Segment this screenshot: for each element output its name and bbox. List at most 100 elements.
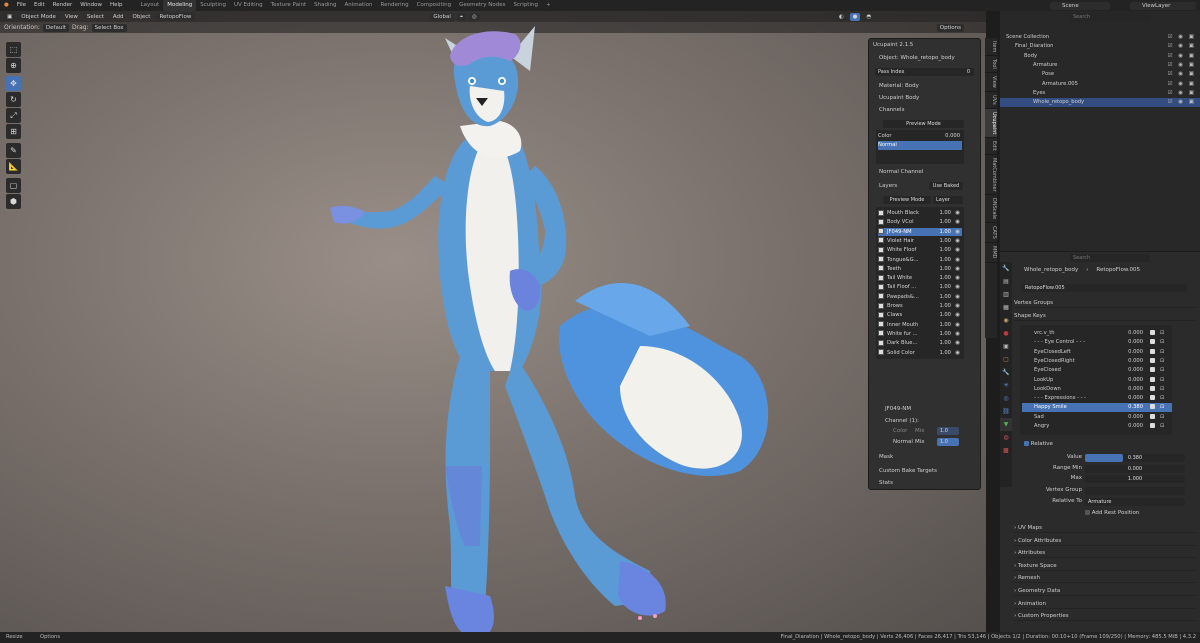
shape-key-value[interactable]: 0.000 (1119, 338, 1143, 347)
layer-item[interactable]: White Floof 1.00 ◉ (878, 246, 962, 255)
shape-key-checkbox-icon[interactable] (1150, 348, 1155, 357)
properties-search-input[interactable]: Search (1070, 254, 1150, 262)
view-layer-selector[interactable]: ViewLayer (1130, 1, 1196, 10)
outliner-row[interactable]: Eyes ☑ ◉ ▣ (1000, 89, 1200, 98)
add-object-tool-icon[interactable]: ⬢ (6, 194, 21, 209)
particles-props-icon[interactable]: ✳ (1000, 379, 1012, 392)
shape-key-value[interactable]: 0.000 (1119, 357, 1143, 366)
layer-opacity[interactable]: 1.00 (939, 237, 951, 246)
eye-icon[interactable]: ◉ (955, 302, 960, 311)
modifier-props-icon[interactable]: 🔧 (1000, 366, 1012, 379)
menu-file[interactable]: File (13, 0, 30, 11)
scene-props-icon[interactable]: ◉ (1000, 314, 1012, 327)
outliner-row[interactable]: Body ☑ ◉ ▣ (1000, 52, 1200, 61)
layer-opacity[interactable]: 1.00 (939, 311, 951, 320)
layer-opacity[interactable]: 1.00 (939, 330, 951, 339)
lock-icon[interactable]: ⊡ (1160, 366, 1164, 375)
channel-color[interactable]: Color 0.000 (878, 132, 962, 141)
tab-rendering[interactable]: Rendering (377, 0, 413, 11)
layer-item[interactable]: Brows 1.00 ◉ (878, 302, 962, 311)
tool-props-icon[interactable]: 🔧 (1000, 262, 1012, 275)
character-model[interactable] (320, 26, 800, 641)
layer-opacity[interactable]: 1.00 (939, 339, 951, 348)
menu-view[interactable]: View (62, 13, 81, 21)
eye-icon[interactable]: ◉ (955, 209, 960, 218)
value-slider[interactable]: 0.380 (1085, 454, 1185, 462)
custom-bake-header[interactable]: Custom Bake Targets (873, 467, 976, 476)
shape-key-value[interactable]: 0.000 (1119, 376, 1143, 385)
shape-key-item[interactable]: EyeClosedLeft 0.000 ⊡ (1022, 348, 1172, 357)
eye-icon[interactable]: ◉ (955, 283, 960, 292)
physics-props-icon[interactable]: ◎ (1000, 392, 1012, 405)
relative-to-field[interactable]: Armature (1085, 498, 1185, 506)
eye-icon[interactable]: ◉ (955, 349, 960, 358)
sidebar-tab-view[interactable]: View (985, 73, 997, 92)
object-data-props-icon[interactable]: ▼ (1000, 418, 1012, 431)
layer-opacity[interactable]: 1.00 (939, 218, 951, 227)
visibility-icon[interactable]: ☑ ◉ ▣ (1168, 52, 1196, 61)
lock-icon[interactable]: ⊡ (1160, 348, 1164, 357)
shape-key-checkbox-icon[interactable] (1150, 366, 1155, 375)
shading-solid-icon[interactable]: ● (849, 12, 861, 21)
shape-key-value[interactable]: 0.000 (1119, 394, 1143, 403)
shape-key-checkbox-icon[interactable] (1150, 338, 1155, 347)
lock-icon[interactable]: ⊡ (1160, 338, 1164, 347)
collection-props-icon[interactable]: ▣ (1000, 340, 1012, 353)
layer-preview-button[interactable]: Preview Mode (883, 196, 931, 204)
shape-key-item[interactable]: EyeClosedRight 0.000 ⊡ (1022, 357, 1172, 366)
layer-opacity[interactable]: 1.00 (939, 283, 951, 292)
select-box-tool-icon[interactable]: ⬚ (6, 42, 21, 57)
annotate-tool-icon[interactable]: ✎ (6, 143, 21, 158)
tab-texture-paint[interactable]: Texture Paint (267, 0, 311, 11)
constraints-props-icon[interactable]: ⛓ (1000, 405, 1012, 418)
layer-opacity[interactable]: 1.00 (939, 293, 951, 302)
properties-section[interactable]: › Remesh (1014, 573, 1196, 584)
menu-window[interactable]: Window (76, 0, 106, 11)
material-props-icon[interactable]: ◍ (1000, 431, 1012, 444)
add-cube-tool-icon[interactable]: ▢ (6, 178, 21, 193)
eye-icon[interactable]: ◉ (955, 265, 960, 274)
layer-item[interactable]: Claws 1.00 ◉ (878, 311, 962, 320)
menu-add[interactable]: Add (110, 13, 127, 21)
lock-icon[interactable]: ⊡ (1160, 422, 1164, 431)
menu-select[interactable]: Select (84, 13, 107, 21)
outliner-row[interactable]: Pose ☑ ◉ ▣ (1000, 70, 1200, 79)
outliner-row[interactable]: Armature ☑ ◉ ▣ (1000, 61, 1200, 70)
mix-normal-value[interactable]: 1.0 (937, 438, 959, 446)
view-layer-props-icon[interactable]: ▦ (1000, 301, 1012, 314)
eye-icon[interactable]: ◉ (955, 321, 960, 330)
eye-icon[interactable]: ◉ (955, 237, 960, 246)
layer-item[interactable]: Tongue&G... 1.00 ◉ (878, 256, 962, 265)
eye-icon[interactable]: ◉ (955, 274, 960, 283)
layer-opacity[interactable]: 1.00 (939, 246, 951, 255)
visibility-icon[interactable]: ☑ ◉ ▣ (1168, 70, 1196, 79)
vertex-groups-section[interactable]: Vertex Groups (1014, 298, 1196, 308)
shape-key-checkbox-icon[interactable] (1150, 357, 1155, 366)
shape-key-item[interactable]: - - - Expressions - - - 0.000 ⊡ (1022, 394, 1172, 403)
retopoflow-button[interactable]: RetopoFlow (156, 12, 195, 21)
layer-opacity[interactable]: 1.00 (939, 265, 951, 274)
properties-section[interactable]: › Geometry Data (1014, 586, 1196, 596)
scene-selector[interactable]: Scene (1050, 1, 1110, 10)
relative-checkbox[interactable]: Relative (1024, 440, 1196, 449)
sidebar-tab-item[interactable]: Item (985, 38, 997, 57)
shape-key-value[interactable]: 0.000 (1119, 422, 1143, 431)
lock-icon[interactable]: ⊡ (1160, 329, 1164, 338)
shape-key-value[interactable]: 0.000 (1119, 385, 1143, 394)
measure-tool-icon[interactable]: 📐 (6, 159, 21, 174)
tab-layout[interactable]: Layout (137, 0, 164, 11)
tab-geometry-nodes[interactable]: Geometry Nodes (455, 0, 509, 11)
tab-shading[interactable]: Shading (310, 0, 340, 11)
layer-opacity[interactable]: 1.00 (939, 228, 951, 237)
layer-item[interactable]: Solid Color 1.00 ◉ (878, 349, 962, 358)
sidebar-tab-cats[interactable]: CATS (985, 223, 997, 244)
visibility-icon[interactable]: ☑ ◉ ▣ (1168, 33, 1196, 42)
shape-key-value[interactable]: 0.000 (1119, 348, 1143, 357)
properties-section[interactable]: › UV Maps (1014, 523, 1196, 533)
3d-viewport[interactable]: ▣ Object Mode View Select Add Object Ret… (0, 11, 986, 641)
eye-icon[interactable]: ◉ (955, 330, 960, 339)
sidebar-tab-tool[interactable]: Tool (985, 56, 997, 74)
shape-key-item[interactable]: Happy Smile 0.380 ⊡ (1022, 403, 1172, 413)
sidebar-tab-matcombiner[interactable]: MatCombiner (985, 155, 997, 196)
channels-header[interactable]: Channels (873, 106, 976, 115)
